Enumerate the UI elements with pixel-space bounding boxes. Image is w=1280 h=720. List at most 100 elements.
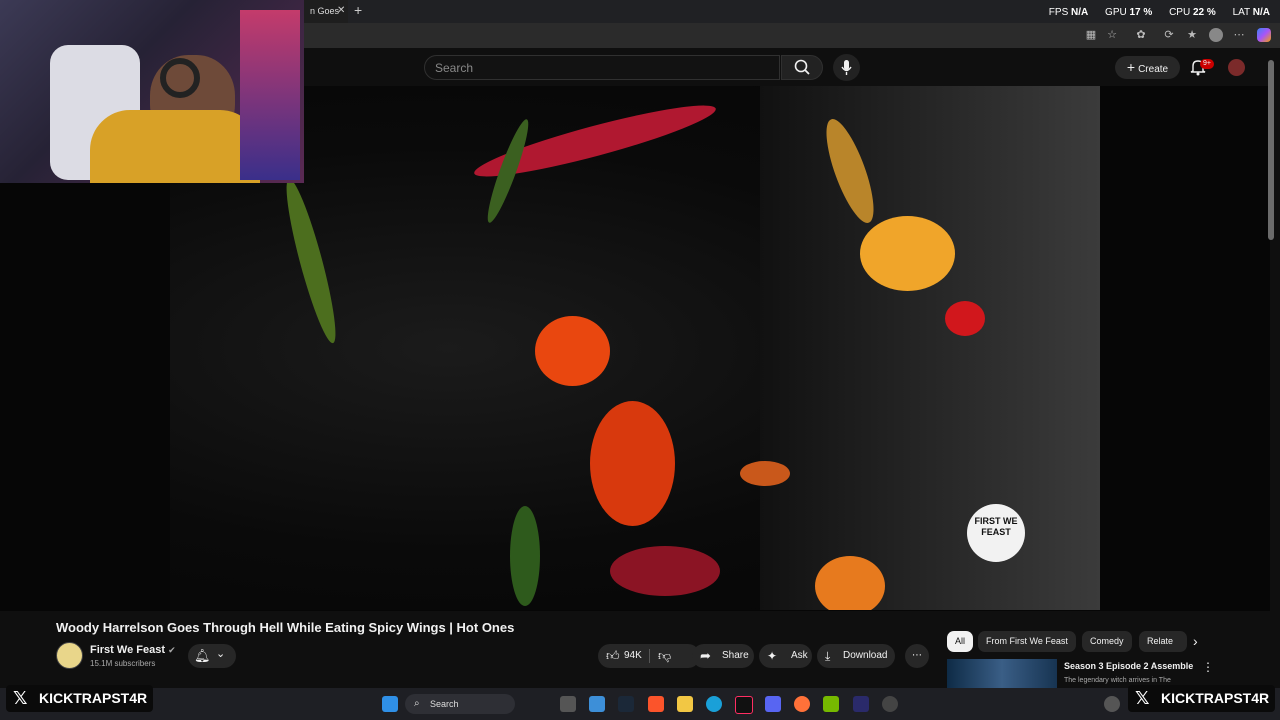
notification-badge: 9+ (1200, 59, 1214, 69)
thumbs-up-icon[interactable]: 👍︎ (606, 644, 620, 668)
taskbar-search[interactable]: ⌕ Search (405, 694, 515, 714)
search-button[interactable] (781, 55, 823, 80)
cpu-label: CPU (1169, 7, 1191, 18)
search-input[interactable]: Search (424, 55, 780, 80)
extensions-icon[interactable]: ✿ (1134, 28, 1148, 42)
address-bar[interactable] (310, 26, 1070, 45)
small-orange-pepper (740, 461, 790, 486)
video-light-panel (760, 86, 1100, 610)
recommendation-menu-icon[interactable]: ⋮ (1202, 660, 1214, 674)
download-label: Download (843, 650, 888, 661)
tiktok-icon[interactable] (735, 696, 753, 714)
download-button[interactable]: ⤓ Download (817, 644, 895, 668)
menu-dots-icon[interactable]: ⋯ (1232, 28, 1246, 42)
recommended-video-thumbnail[interactable] (947, 659, 1057, 689)
channel-avatar[interactable] (56, 642, 83, 669)
first-we-feast-watermark: FIRST WE FEAST (967, 504, 1025, 562)
download-icon: ⤓ (825, 649, 831, 663)
brave-icon[interactable] (648, 696, 664, 712)
fps-label: FPS (1048, 7, 1069, 18)
verified-icon: ✔ (168, 645, 176, 655)
like-count[interactable]: 94K (624, 644, 642, 668)
share-icon: ➦ (700, 648, 711, 663)
discord-icon[interactable] (765, 696, 781, 712)
favorite-star-icon[interactable]: ☆ (1105, 28, 1119, 42)
red-cherry-pepper (945, 301, 985, 336)
ask-button[interactable]: ✦ Ask (759, 644, 812, 668)
windows-start-icon[interactable] (382, 696, 398, 712)
streamer-webcam (0, 0, 304, 183)
streamer-handle-right: 𝕏 KICKTRAPST4R (1128, 685, 1276, 712)
search-icon: ⌕ (414, 698, 420, 709)
ask-label: Ask (791, 650, 808, 661)
browser-tab[interactable]: n Goes ✕ (304, 0, 348, 23)
sync-icon[interactable]: ⟳ (1162, 28, 1176, 42)
new-tab-icon[interactable]: + (354, 2, 362, 18)
voice-search-button[interactable] (833, 54, 860, 81)
channel-name[interactable]: First We Feast ✔ (90, 644, 176, 656)
like-dislike-group: 👍︎ 94K 👎︎ (598, 644, 700, 668)
tray-icon[interactable] (1104, 696, 1120, 712)
recommended-video-title[interactable]: Season 3 Episode 2 Assemble (1064, 661, 1193, 671)
profile-avatar[interactable] (1209, 28, 1223, 42)
lat-value: N/A (1252, 7, 1270, 18)
chip-from-first-we-feast[interactable]: From First We Feast (978, 631, 1076, 652)
headset (160, 58, 200, 98)
video-player[interactable] (170, 86, 1100, 610)
subscription-bell-button[interactable]: 🔔︎ ⌄ (188, 644, 236, 668)
windows-taskbar (0, 688, 1280, 720)
orange-habanero (815, 556, 885, 610)
obs-icon[interactable] (853, 696, 869, 712)
recommended-video-description: The legendary witch arrives in The (1064, 677, 1171, 684)
account-avatar[interactable] (1228, 59, 1245, 76)
app-icon[interactable] (882, 696, 898, 712)
thumbs-down-icon[interactable]: 👎︎ (658, 644, 671, 668)
x-logo-icon: 𝕏 (13, 688, 28, 708)
folder-icon[interactable] (677, 696, 693, 712)
share-button[interactable]: ➦ Share (692, 644, 754, 668)
performance-overlay: FPS N/A GPU 17 % CPU 22 % LAT N/A (1045, 7, 1270, 18)
file-explorer-icon[interactable] (589, 696, 605, 712)
chip-comedy[interactable]: Comedy (1082, 631, 1132, 652)
favorites-icon[interactable]: ★ (1185, 28, 1199, 42)
fps-value: N/A (1071, 7, 1089, 18)
page-scrollbar[interactable] (1268, 60, 1274, 240)
tab-close-icon[interactable]: ✕ (337, 0, 345, 22)
sparkle-icon: ✦ (767, 649, 778, 663)
plus-icon: + (1126, 59, 1136, 75)
channel-name-text: First We Feast (90, 644, 165, 656)
like-divider (649, 649, 650, 663)
x-logo-icon: 𝕏 (1135, 688, 1150, 708)
copilot-icon[interactable] (1257, 28, 1271, 42)
edge-icon[interactable] (706, 696, 722, 712)
chevron-down-icon: ⌄ (216, 648, 226, 660)
share-label: Share (722, 650, 749, 661)
chevron-right-icon[interactable]: › (1193, 633, 1198, 649)
gpu-value: 17 % (1129, 7, 1153, 18)
green-jalapeno (510, 506, 540, 606)
steam-icon[interactable] (618, 696, 634, 712)
more-actions-button[interactable]: ⋯ (905, 644, 929, 668)
cpu-value: 22 % (1192, 7, 1216, 18)
firefox-icon[interactable] (794, 696, 810, 712)
subscriber-count: 15.1M subscribers (90, 659, 156, 668)
green-chili-pepper (278, 176, 344, 346)
chip-related[interactable]: Relate (1139, 631, 1187, 652)
taskbar-search-label: Search (430, 699, 459, 709)
streamer-shirt (90, 110, 260, 183)
task-view-icon[interactable] (560, 696, 576, 712)
dark-red-pepper (610, 546, 720, 596)
microphone-icon (841, 60, 852, 75)
apps-icon[interactable]: ▦ (1084, 28, 1098, 42)
orange-pepper (535, 316, 610, 386)
search-icon (794, 59, 810, 75)
yellow-pepper (860, 216, 955, 291)
nvidia-icon[interactable] (823, 696, 839, 712)
lat-label: LAT (1232, 7, 1250, 18)
handle-text: KICKTRAPST4R (39, 690, 148, 706)
red-habanero-pepper (590, 401, 675, 526)
handle-text: KICKTRAPST4R (1161, 690, 1270, 706)
create-label: Create (1138, 64, 1169, 75)
chip-all[interactable]: All (947, 631, 974, 652)
create-button[interactable]: + Create (1115, 56, 1180, 79)
